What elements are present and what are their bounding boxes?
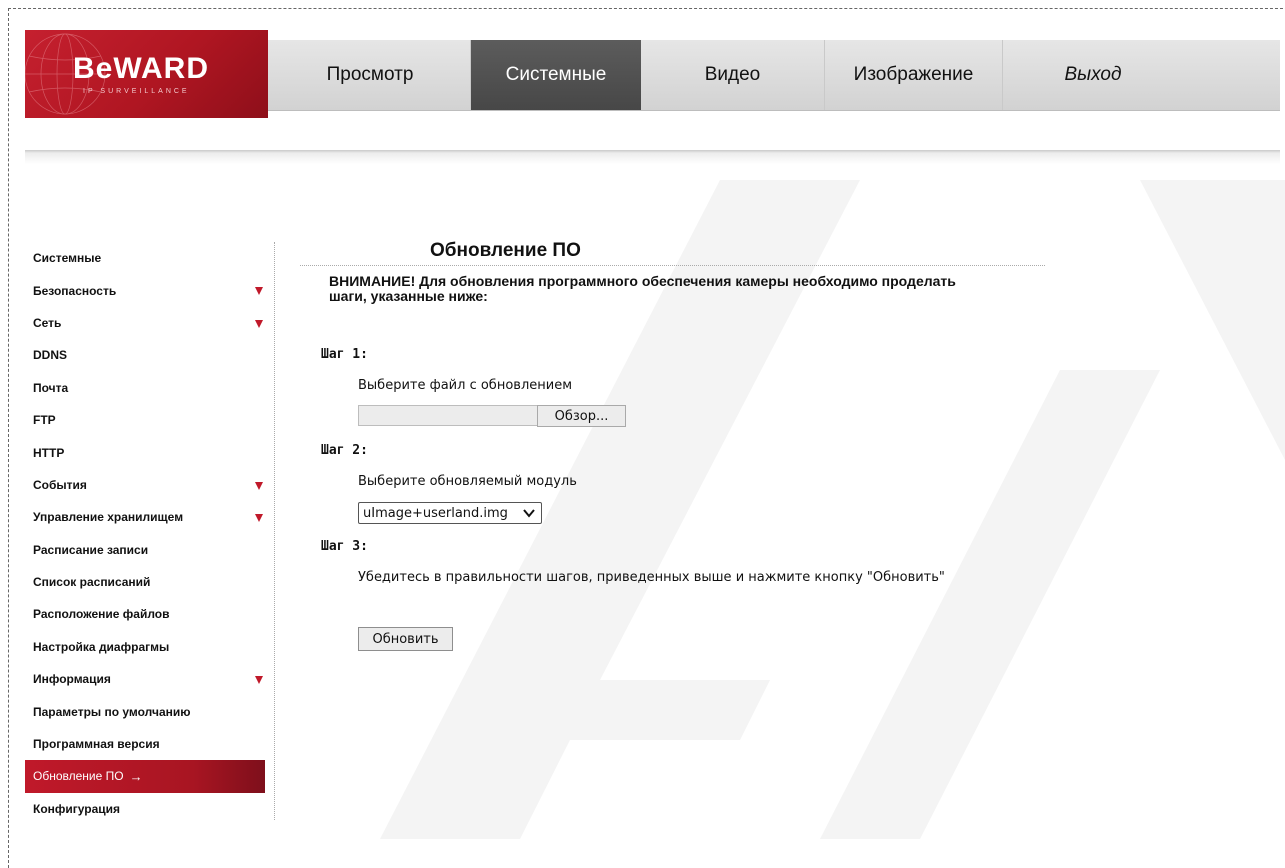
module-select[interactable]: uImage+userland.img [358,502,542,524]
nav-logout[interactable]: Выход [1003,40,1183,110]
sidebar-item-ftp[interactable]: FTP [25,404,265,436]
chevron-down-icon [523,509,535,518]
sidebar-item-label: FTP [33,413,56,428]
sidebar-item-label: Системные [33,251,102,266]
sidebar-divider [274,242,276,820]
module-select-value: uImage+userland.img [363,505,508,521]
expand-arrow-icon [255,676,263,685]
sidebar-item-file-location[interactable]: Расположение файлов [25,598,265,630]
sidebar-item-label: Безопасность [33,283,117,298]
step1-label: Шаг 1: [321,347,368,362]
sidebar-item-label: Расположение файлов [33,607,170,622]
browse-button[interactable]: Обзор... [537,405,626,427]
sidebar-item-security[interactable]: Безопасность [25,274,265,306]
sidebar-item-defaults[interactable]: Параметры по умолчанию [25,695,265,727]
sidebar-item-network[interactable]: Сеть [25,307,265,339]
brand-tagline: IP SURVEILLANCE [83,88,190,95]
sidebar-item-schedule-list[interactable]: Список расписаний [25,566,265,598]
sidebar-item-iris-settings[interactable]: Настройка диафрагмы [25,631,265,663]
sidebar-item-system[interactable]: Системные [25,242,265,274]
sidebar-item-label: DDNS [33,348,68,363]
sidebar-item-label: Расписание записи [33,542,149,557]
sidebar-item-label: Конфигурация [33,801,121,816]
sidebar-item-label: Настройка диафрагмы [33,639,170,654]
step2-label: Шаг 2: [321,443,368,458]
step2-description: Выберите обновляемый модуль [358,474,577,489]
warning-text: ВНИМАНИЕ! Для обновления программного об… [329,273,956,304]
right-arrow-icon: → [129,768,143,784]
brand-name: BeWARD [73,52,210,85]
sidebar-item-label: Управление хранилищем [33,510,184,525]
step3-description: Убедитесь в правильности шагов, приведен… [358,570,945,585]
sidebar-item-configuration[interactable]: Конфигурация [25,793,265,825]
expand-arrow-icon [255,514,263,523]
sidebar-item-label: Параметры по умолчанию [33,704,191,719]
sidebar-item-label: Список расписаний [33,575,151,590]
sidebar-item-record-schedule[interactable]: Расписание записи [25,534,265,566]
header-divider [25,150,1280,164]
file-path-field[interactable] [358,405,538,426]
step3-label: Шаг 3: [321,539,368,554]
update-button[interactable]: Обновить [358,627,453,651]
sidebar-item-events[interactable]: События [25,469,265,501]
nav-video[interactable]: Видео [641,40,825,110]
brand-logo[interactable]: BeWARD IP SURVEILLANCE [25,30,268,118]
nav-system[interactable]: Системные [471,40,641,110]
sidebar-item-information[interactable]: Информация [25,663,265,695]
sidebar-item-label: События [33,477,87,492]
sidebar-item-label: HTTP [33,445,65,460]
expand-arrow-icon [255,481,263,490]
sidebar-item-label: Обновление ПО [33,769,124,784]
expand-arrow-icon [255,319,263,328]
step1-description: Выберите файл с обновлением [358,378,572,393]
expand-arrow-icon [255,287,263,296]
nav-image[interactable]: Изображение [825,40,1003,110]
sidebar-item-label: Программная версия [33,737,160,752]
page-title: Обновление ПО [430,240,581,261]
sidebar-item-firmware-version[interactable]: Программная версия [25,728,265,760]
sidebar-item-label: Сеть [33,315,62,330]
sidebar-item-storage[interactable]: Управление хранилищем [25,501,265,533]
sidebar-menu: Системные Безопасность Сеть DDNS Почта F… [25,242,265,825]
sidebar-item-label: Информация [33,672,111,687]
sidebar-item-label: Почта [33,380,69,395]
sidebar-item-firmware-update[interactable]: Обновление ПО → [25,760,265,793]
sidebar-item-ddns[interactable]: DDNS [25,339,265,371]
title-divider [300,265,1045,266]
nav-view[interactable]: Просмотр [270,40,471,110]
sidebar-item-http[interactable]: HTTP [25,436,265,468]
sidebar-item-mail[interactable]: Почта [25,372,265,404]
main-menu: Просмотр Системные Видео Изображение Вых… [270,40,1183,110]
